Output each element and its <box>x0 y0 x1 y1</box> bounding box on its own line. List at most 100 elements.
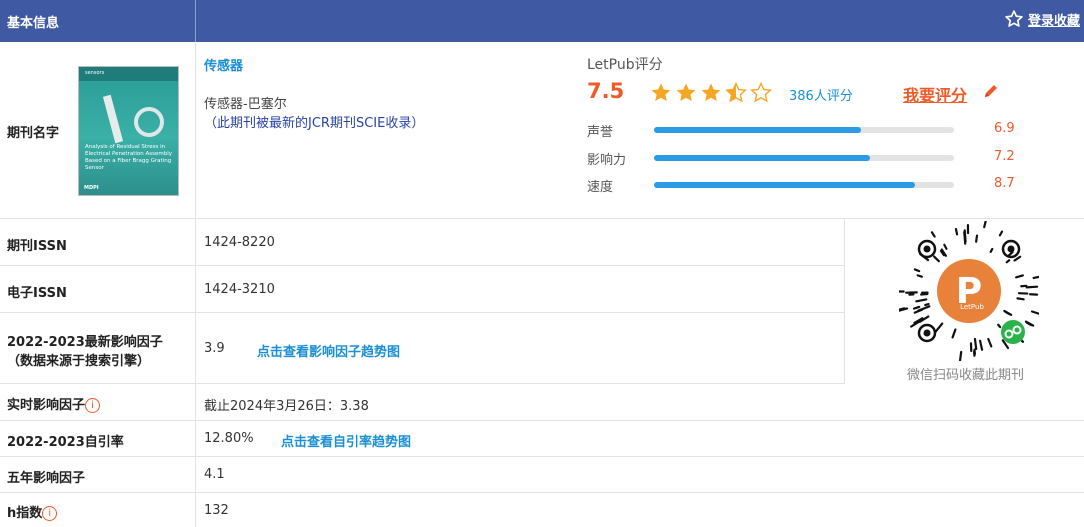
pencil-icon[interactable] <box>983 83 999 103</box>
qr-module <box>983 221 987 229</box>
journal-name-link[interactable]: 传感器 <box>204 55 243 74</box>
rate-button[interactable]: 我要评分 <box>903 82 967 106</box>
rating-bar-fill <box>654 182 915 188</box>
qr-module <box>998 230 1004 237</box>
qr-module <box>954 227 959 236</box>
impact-factor-trend-link[interactable]: 点击查看影响因子趋势图 <box>257 341 400 360</box>
qr-module <box>1013 255 1022 262</box>
rating-bar-fill <box>654 155 870 161</box>
qr-module <box>958 350 963 361</box>
qr-module <box>915 298 928 303</box>
rating-label: LetPub评分 <box>587 57 663 73</box>
qr-module <box>1004 310 1011 316</box>
qr-module <box>916 274 923 278</box>
info-icon[interactable]: i <box>85 398 101 413</box>
eissn-label: 电子ISSN <box>7 286 67 301</box>
qr-module <box>973 337 978 351</box>
five-year-if-label-cell: 五年影响因子 <box>0 457 196 492</box>
favorite-label: 登录收藏 <box>1028 13 1081 29</box>
qr-module <box>943 243 948 250</box>
jcr-note: （此期刊被最新的JCR期刊SCIE收录） <box>204 116 425 131</box>
info-icon[interactable]: i <box>42 506 58 521</box>
favorite-button[interactable]: 登录收藏 <box>1004 9 1080 29</box>
five-year-if-value: 4.1 <box>204 467 225 482</box>
qr-module <box>912 305 921 310</box>
rating-score: 7.5 <box>587 79 625 103</box>
h-index-label: h指数 i <box>7 502 58 521</box>
rating-bar-speed: 速度 8.7 <box>587 176 1027 195</box>
qr-code-image: P LetPub <box>899 221 1039 361</box>
eissn-value: 1424-3210 <box>204 282 275 297</box>
rating-bar-value: 6.9 <box>994 121 1015 136</box>
self-citation-value: 12.80% <box>204 431 254 446</box>
star-icon <box>651 83 671 101</box>
realtime-if-row: 实时影响因子 i 截止2024年3月26日：3.38 <box>0 384 1084 421</box>
star-half-icon <box>725 81 747 103</box>
five-year-if-label: 五年影响因子 <box>7 471 86 486</box>
impact-factor-label: 2022-2023最新影响因子 <box>7 335 163 350</box>
qr-caption: 微信扫码收藏此期刊 <box>907 368 1025 383</box>
qr-module <box>975 234 979 243</box>
qr-module <box>978 339 984 351</box>
qr-finder-center <box>923 245 931 253</box>
cover-brand: sensors <box>85 70 105 76</box>
cover-graphic-tube <box>102 94 124 144</box>
h-index-value: 132 <box>204 503 229 518</box>
self-citation-trend-link[interactable]: 点击查看自引率趋势图 <box>281 431 411 450</box>
cover-title: Analysis of Residual Stress in Electrica… <box>85 144 172 171</box>
qr-module <box>933 255 940 263</box>
cover-publisher: MDPI <box>84 185 99 191</box>
header-left-cell: 基本信息 <box>0 0 196 42</box>
header-bar: 基本信息 登录收藏 <box>0 0 1084 42</box>
qr-module <box>924 302 930 307</box>
impact-factor-value: 3.9 <box>204 341 225 356</box>
wechat-mini-program-icon <box>1001 320 1025 344</box>
rating-bar-label: 影响力 <box>587 153 627 168</box>
cover-graphic-disk <box>134 107 164 137</box>
qr-module <box>951 328 957 339</box>
rating-bar-influence: 影响力 7.2 <box>587 149 1027 168</box>
qr-finder-center <box>923 329 931 337</box>
qr-module <box>930 231 936 238</box>
rating-bar-track <box>654 127 954 133</box>
self-citation-label-cell: 2022-2023自引率 <box>0 421 196 456</box>
section-title: 基本信息 <box>7 16 60 31</box>
qr-module <box>1030 310 1039 315</box>
h-index-label-cell: h指数 i <box>0 493 196 527</box>
qr-module <box>1005 259 1011 264</box>
star-icon <box>701 83 721 101</box>
self-citation-row: 2022-2023自引率 12.80% 点击查看自引率趋势图 <box>0 421 1084 457</box>
star-icon <box>676 83 696 101</box>
qr-module <box>1032 275 1039 280</box>
issn-label-cell: 期刊ISSN <box>0 219 196 265</box>
self-citation-label: 2022-2023自引率 <box>7 435 124 450</box>
qr-module <box>1015 274 1024 279</box>
qr-module <box>934 322 944 334</box>
qr-module <box>913 268 921 273</box>
realtime-if-value: 截止2024年3月26日：3.38 <box>204 399 369 414</box>
qr-module <box>989 247 994 253</box>
raters-count: 386人评分 <box>789 89 853 104</box>
star-outline-icon <box>1005 10 1023 27</box>
rating-bar-label: 速度 <box>587 180 614 195</box>
five-year-if-row: 五年影响因子 4.1 <box>0 457 1084 493</box>
qr-module <box>1016 297 1025 301</box>
journal-cover-image: sensors Analysis of Residual Stress in E… <box>78 66 179 196</box>
qr-module <box>1025 285 1039 289</box>
realtime-if-label: 实时影响因子 i <box>7 394 101 413</box>
impact-factor-source-note: （数据来源于搜索引擎） <box>7 354 151 369</box>
rating-bar-track <box>654 155 954 161</box>
qr-finder-center <box>1007 245 1015 253</box>
rating-bar-value: 7.2 <box>994 149 1015 164</box>
qr-module <box>963 229 967 243</box>
qr-logo-text: LetPub <box>960 303 984 311</box>
qr-module <box>997 323 1002 329</box>
issn-value: 1424-8220 <box>204 235 275 250</box>
qr-module <box>987 337 993 348</box>
realtime-if-label-cell: 实时影响因子 i <box>0 384 196 420</box>
rating-bar-track <box>654 182 954 188</box>
journal-full-name: 传感器-巴塞尔 <box>204 97 287 112</box>
rating-bar-fill <box>654 127 861 133</box>
h-index-row: h指数 i 132 <box>0 493 1084 527</box>
star-empty-icon <box>750 81 772 103</box>
